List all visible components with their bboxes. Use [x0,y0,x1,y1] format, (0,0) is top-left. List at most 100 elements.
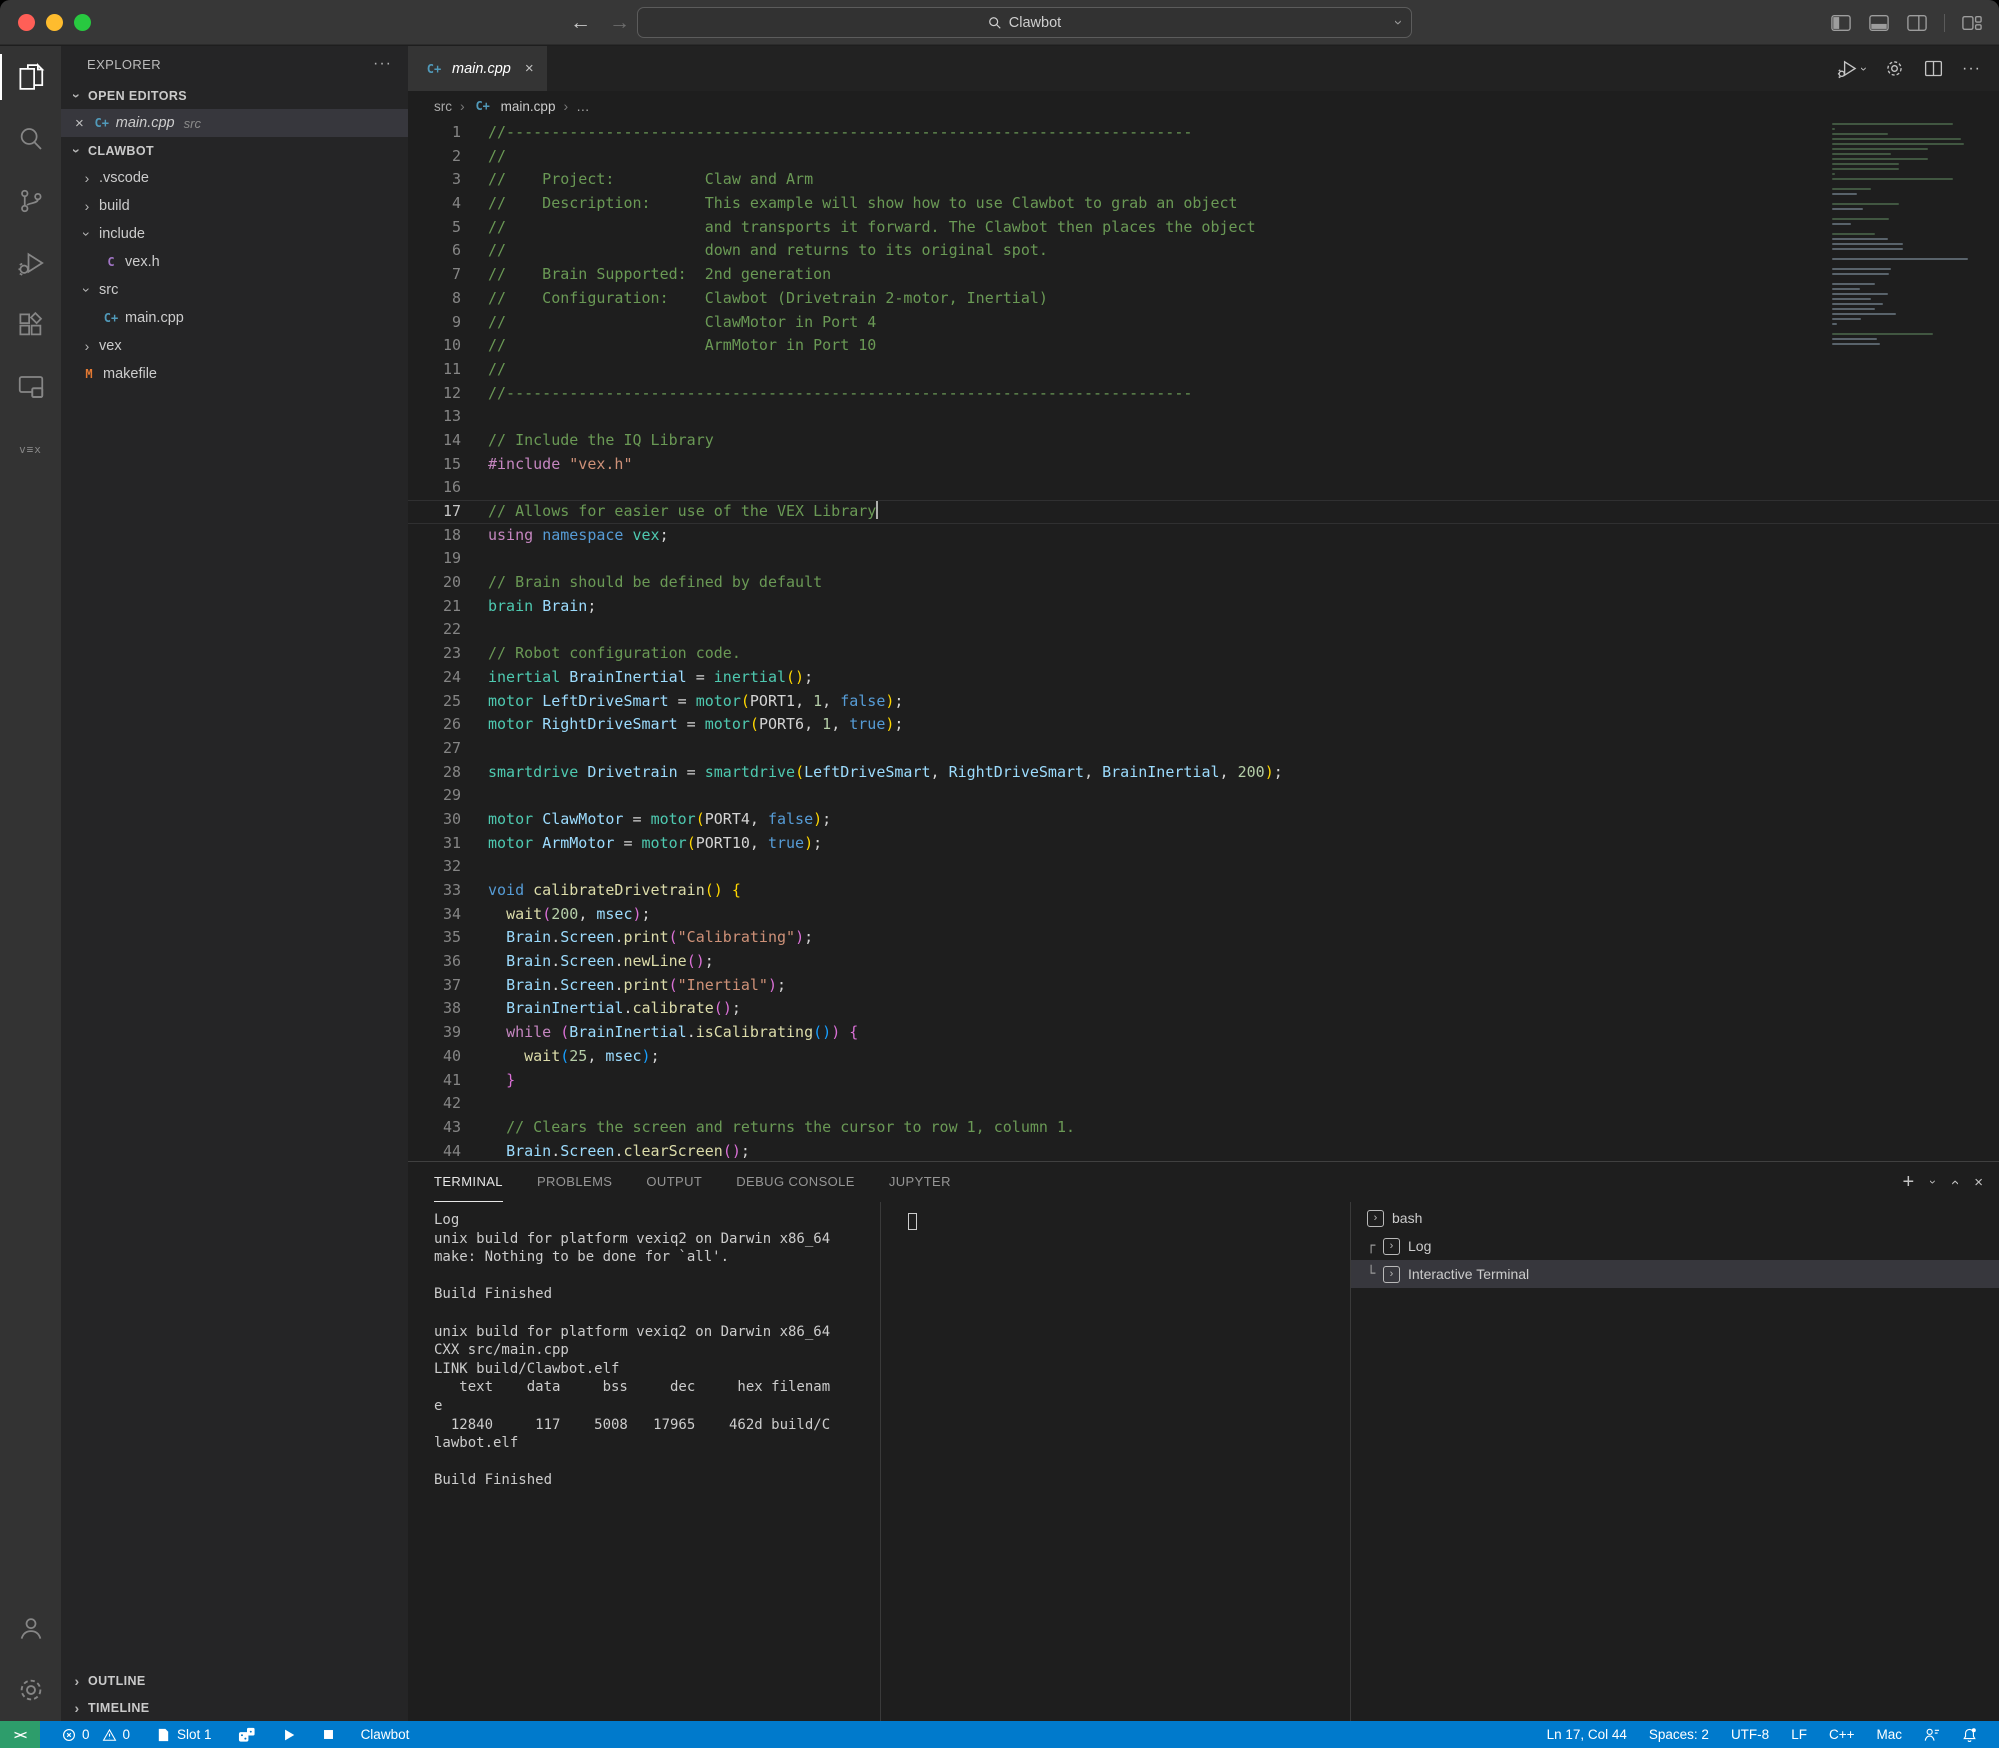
line-number[interactable]: 2 [408,145,480,169]
line-number[interactable]: 38 [408,997,480,1021]
breadcrumb-symbol[interactable]: … [576,99,590,114]
tab-main-cpp[interactable]: C+ main.cpp × [408,46,547,91]
terminal-list-item-bash[interactable]: › bash [1351,1204,1999,1232]
code-line[interactable]: 34 wait(200, msec); [408,903,1999,927]
code-line[interactable]: 42 [408,1092,1999,1116]
status-project-name[interactable]: Clawbot [361,1727,410,1742]
close-tab-icon[interactable]: × [525,60,534,77]
code-line[interactable]: 7 // Brain Supported: 2nd generation [408,263,1999,287]
line-number[interactable]: 23 [408,642,480,666]
code-line[interactable]: 14 // Include the IQ Library [408,429,1999,453]
code-line[interactable]: 32 [408,855,1999,879]
toggle-sidebar-icon[interactable] [1830,13,1852,33]
line-number[interactable]: 13 [408,405,480,429]
navigate-forward-icon[interactable]: → [609,11,630,35]
code-line[interactable]: 17 // Allows for easier use of the VEX Li… [408,500,1999,524]
line-number[interactable]: 9 [408,311,480,335]
panel-tab-output[interactable]: OUTPUT [646,1162,702,1202]
line-number[interactable]: 5 [408,216,480,240]
code-line[interactable]: 13 [408,405,1999,429]
code-line[interactable]: 39 while (BrainInertial.isCalibrating())… [408,1021,1999,1045]
line-number[interactable]: 37 [408,974,480,998]
code-line[interactable]: 27 [408,737,1999,761]
status-slot[interactable]: Slot 1 [156,1727,212,1743]
line-number[interactable]: 34 [408,903,480,927]
tree-folder-build[interactable]: › build [61,192,408,220]
code-line[interactable]: 5 // and transports it forward. The Clawb… [408,216,1999,240]
code-line[interactable]: 20 // Brain should be defined by default [408,571,1999,595]
status-stop-program[interactable] [322,1728,335,1741]
tree-folder-src[interactable]: › src [61,276,408,304]
code-line[interactable]: 2 // [408,145,1999,169]
line-number[interactable]: 26 [408,713,480,737]
line-number[interactable]: 14 [408,429,480,453]
line-number[interactable]: 41 [408,1069,480,1093]
status-feedback[interactable] [1924,1727,1940,1742]
code-line[interactable]: 25 motor LeftDriveSmart = motor(PORT1, 1,… [408,690,1999,714]
run-or-debug-icon[interactable]: › [1836,57,1871,80]
code-line[interactable]: 11 // [408,358,1999,382]
maximize-panel-icon[interactable]: › [1946,1180,1963,1185]
line-number[interactable]: 42 [408,1092,480,1116]
line-number[interactable]: 43 [408,1116,480,1140]
remote-indicator[interactable]: >< [0,1721,40,1748]
status-cursor-position[interactable]: Ln 17, Col 44 [1547,1727,1627,1742]
project-section-header[interactable]: › CLAWBOT [61,137,408,164]
source-control-icon[interactable] [0,170,61,232]
remote-explorer-icon[interactable] [0,356,61,418]
panel-tab-jupyter[interactable]: JUPYTER [889,1162,951,1202]
line-number[interactable]: 21 [408,595,480,619]
line-number[interactable]: 24 [408,666,480,690]
line-number[interactable]: 40 [408,1045,480,1069]
code-line[interactable]: 4 // Description: This example will show … [408,192,1999,216]
open-editor-item-main-cpp[interactable]: × C+ main.cpp src [61,109,408,137]
line-number[interactable]: 15 [408,453,480,477]
line-number[interactable]: 8 [408,287,480,311]
line-number[interactable]: 17 [408,500,480,524]
code-line[interactable]: 18 using namespace vex; [408,524,1999,548]
terminal-output-pane[interactable]: Log unix build for platform vexiq2 on Dar… [408,1202,880,1721]
search-view-icon[interactable] [0,108,61,170]
line-number[interactable]: 30 [408,808,480,832]
command-center-search[interactable]: Clawbot › [637,7,1412,38]
code-line[interactable]: 10 // ArmMotor in Port 10 [408,334,1999,358]
status-keymap[interactable]: Mac [1876,1727,1902,1742]
line-number[interactable]: 39 [408,1021,480,1045]
line-number[interactable]: 12 [408,382,480,406]
tree-folder-include[interactable]: › include [61,220,408,248]
code-line[interactable]: 33 void calibrateDrivetrain() { [408,879,1999,903]
extensions-icon[interactable] [0,294,61,356]
terminal-list-item-log[interactable]: ┌ › Log [1351,1232,1999,1260]
line-number[interactable]: 6 [408,239,480,263]
code-editor[interactable]: 1 //-------------------------------------… [408,121,1999,1161]
line-number[interactable]: 16 [408,476,480,500]
status-run-program[interactable] [282,1728,296,1742]
code-line[interactable]: 44 Brain.Screen.clearScreen(); [408,1140,1999,1161]
code-line[interactable]: 1 //-------------------------------------… [408,121,1999,145]
explorer-icon[interactable] [0,46,61,108]
line-number[interactable]: 18 [408,524,480,548]
outline-section-header[interactable]: › OUTLINE [61,1667,408,1694]
code-line[interactable]: 43 // Clears the screen and returns the … [408,1116,1999,1140]
code-line[interactable]: 35 Brain.Screen.print("Calibrating"); [408,926,1999,950]
toggle-secondary-sidebar-icon[interactable] [1906,13,1928,33]
toggle-panel-icon[interactable] [1868,13,1890,33]
line-number[interactable]: 20 [408,571,480,595]
line-number[interactable]: 19 [408,547,480,571]
breadcrumb-main-cpp[interactable]: main.cpp [501,99,556,114]
status-indentation[interactable]: Spaces: 2 [1649,1727,1709,1742]
breadcrumb-src[interactable]: src [434,99,452,114]
code-line[interactable]: 22 [408,618,1999,642]
code-line[interactable]: 21 brain Brain; [408,595,1999,619]
code-line[interactable]: 15 #include "vex.h" [408,453,1999,477]
timeline-section-header[interactable]: › TIMELINE [61,1694,408,1721]
code-line[interactable]: 9 // ClawMotor in Port 4 [408,311,1999,335]
line-number[interactable]: 44 [408,1140,480,1161]
settings-gear-icon[interactable] [0,1659,61,1721]
status-language-mode[interactable]: C++ [1829,1727,1855,1742]
split-editor-icon[interactable] [1923,58,1944,79]
line-number[interactable]: 11 [408,358,480,382]
panel-tab-terminal[interactable]: TERMINAL [434,1162,503,1202]
code-line[interactable]: 29 [408,784,1999,808]
code-line[interactable]: 24 inertial BrainInertial = inertial(); [408,666,1999,690]
